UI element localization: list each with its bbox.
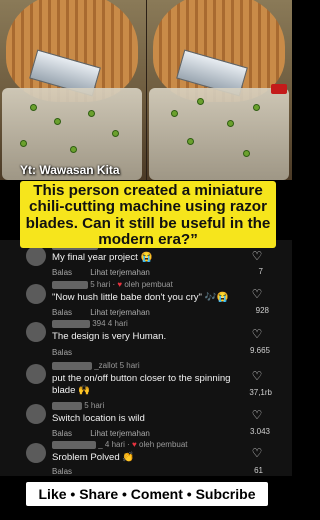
avatar[interactable] xyxy=(26,364,46,384)
heart-outline-icon[interactable]: ♡ xyxy=(248,328,266,340)
reply-button[interactable]: Balas xyxy=(52,429,72,438)
like-count: 37,1rb xyxy=(249,388,272,397)
comment-text: Switch location is wild xyxy=(52,413,145,424)
redacted-username xyxy=(52,440,96,449)
translate-link[interactable]: Lihat terjemahan xyxy=(90,429,150,438)
caption-line: modern era?” xyxy=(98,231,198,249)
comment-actions: Balas Lihat terjemahan xyxy=(52,268,150,277)
translate-link[interactable]: Lihat terjemahan xyxy=(90,268,150,277)
chili-slice xyxy=(171,110,178,117)
heart-icon: ♥ xyxy=(117,280,123,289)
comment-text: The design is very Human. xyxy=(52,331,167,342)
comment-actions: Balas xyxy=(52,348,72,357)
comment-text: put the on/off button closer to the spin… xyxy=(52,373,231,384)
chili-slice xyxy=(187,138,194,145)
comment-actions: Balas Lihat terjemahan xyxy=(52,308,150,317)
caption-line: chili-cutting machine using razor xyxy=(29,198,267,216)
redacted-username xyxy=(52,361,92,370)
heart-outline-icon[interactable]: ♡ xyxy=(248,288,266,300)
reply-button[interactable]: Balas xyxy=(52,268,72,277)
like-count: 928 xyxy=(255,306,269,315)
redacted-username xyxy=(52,401,82,410)
redacted-username xyxy=(52,319,90,328)
like-count: 7 xyxy=(258,267,263,276)
comment-username[interactable]: _ 4 hari · ♥ oleh pembuat xyxy=(52,440,188,449)
chili-slice xyxy=(197,98,204,105)
avatar[interactable] xyxy=(26,284,46,304)
chili-slice xyxy=(253,104,260,111)
like-count: 61 xyxy=(254,466,263,475)
reply-button[interactable]: Balas xyxy=(52,348,72,357)
comment-username[interactable]: 5 hari · ♥ oleh pembuat xyxy=(52,280,173,289)
heart-outline-icon[interactable]: ♡ xyxy=(248,250,266,262)
comment-actions: Balas xyxy=(52,467,72,476)
like-button[interactable]: ♡ 37,1rb xyxy=(248,370,272,397)
heart-outline-icon[interactable]: ♡ xyxy=(248,409,266,421)
like-button[interactable]: ♡ 7 xyxy=(248,250,266,276)
cta-banner: Like • Share • Coment • Subcribe xyxy=(26,482,268,506)
chili-slice xyxy=(88,110,95,117)
avatar[interactable] xyxy=(26,322,46,342)
like-button[interactable]: ♡ 3.043 xyxy=(248,409,270,436)
reply-button[interactable]: Balas xyxy=(52,467,72,476)
chili-slice xyxy=(243,150,250,157)
comment-text-continued: blade 🙌 xyxy=(52,385,91,396)
comment-username[interactable]: _zallot 5 hari xyxy=(52,361,140,370)
like-count: 9.665 xyxy=(249,346,270,355)
chili-slice xyxy=(30,104,37,111)
video-frame-left xyxy=(0,0,146,180)
reply-button[interactable]: Balas xyxy=(52,308,72,317)
chili-slice xyxy=(54,118,61,125)
switch-button xyxy=(271,84,287,94)
like-button[interactable]: ♡ 61 xyxy=(248,447,266,475)
headline-caption: This person created a miniature chili-cu… xyxy=(20,181,276,248)
comments-list[interactable]: My final year project 😭 Balas Lihat terj… xyxy=(0,240,292,476)
channel-watermark: Yt: Wawasan Kita xyxy=(20,163,120,177)
like-button[interactable]: ♡ 928 xyxy=(248,288,269,315)
heart-icon: ♥ xyxy=(132,440,137,449)
avatar[interactable] xyxy=(26,443,46,463)
video-frame xyxy=(0,0,292,180)
comment-text: "Now hush little babe don't you cry" 🎶😭 xyxy=(52,292,229,303)
comment-text: My final year project 😭 xyxy=(52,252,153,263)
heart-outline-icon[interactable]: ♡ xyxy=(248,447,266,459)
caption-line: blades. Can it still be useful in the xyxy=(25,214,271,232)
chili-slice xyxy=(70,146,77,153)
heart-outline-icon[interactable]: ♡ xyxy=(248,370,266,382)
redacted-username xyxy=(52,280,88,289)
comment-username[interactable]: 394 4 hari xyxy=(52,319,128,328)
avatar[interactable] xyxy=(26,404,46,424)
comment-actions: Balas Lihat terjemahan xyxy=(52,429,150,438)
chili-slice xyxy=(112,130,119,137)
video-frame-right xyxy=(146,0,292,180)
like-button[interactable]: ♡ 9.665 xyxy=(248,328,270,355)
avatar[interactable] xyxy=(26,246,46,266)
like-count: 3.043 xyxy=(249,427,270,436)
chili-slice xyxy=(227,120,234,127)
comment-text: Sroblem Polved 👏 xyxy=(52,452,135,463)
caption-line: This person created a miniature xyxy=(33,182,263,199)
comment-username[interactable]: 5 hari xyxy=(52,401,104,410)
chili-slice xyxy=(20,140,27,147)
translate-link[interactable]: Lihat terjemahan xyxy=(90,308,150,317)
cutting-tray xyxy=(149,88,289,180)
